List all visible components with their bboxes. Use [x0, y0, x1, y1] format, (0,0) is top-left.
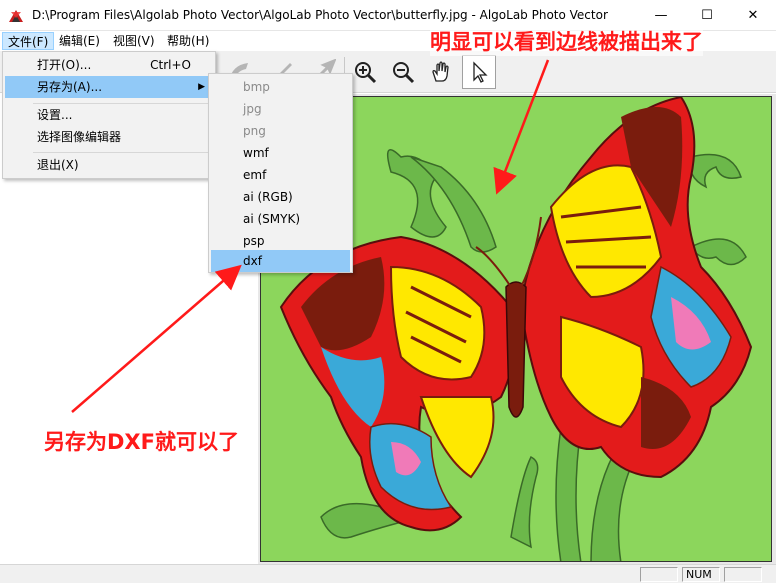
- menu-select-image-editor[interactable]: 选择图像编辑器: [5, 126, 213, 148]
- menu-open-shortcut: Ctrl+O: [150, 58, 191, 72]
- menu-open[interactable]: 打开(O)... Ctrl+O: [5, 54, 213, 76]
- annotation-bottom: 另存为DXF就可以了: [44, 430, 239, 454]
- close-button[interactable]: ✕: [730, 0, 776, 30]
- menu-save-as-label: 另存为(A)...: [37, 80, 103, 94]
- menu-settings[interactable]: 设置...: [5, 104, 213, 126]
- save-as-jpg: jpg: [243, 102, 262, 116]
- save-as-wmf[interactable]: wmf: [211, 142, 350, 164]
- menu-exit[interactable]: 退出(X): [5, 154, 213, 176]
- menu-edit[interactable]: 编辑(E): [54, 32, 105, 50]
- status-bar: NUM: [0, 564, 776, 583]
- zoom-in-icon[interactable]: [348, 55, 382, 89]
- menu-view[interactable]: 视图(V): [108, 32, 160, 50]
- menu-settings-label: 设置...: [37, 108, 73, 122]
- menu-separator-2: [33, 152, 213, 153]
- pointer-icon[interactable]: [462, 55, 496, 89]
- submenu-arrow-icon: ▶: [198, 82, 205, 92]
- menu-select-image-editor-label: 选择图像编辑器: [37, 130, 122, 144]
- status-cell-empty: [640, 567, 678, 582]
- app-icon: [9, 10, 23, 22]
- menu-file[interactable]: 文件(F): [2, 32, 55, 50]
- save-as-ai-smyk[interactable]: ai (SMYK): [211, 208, 350, 230]
- status-num: NUM: [682, 567, 720, 582]
- hand-icon[interactable]: [424, 55, 458, 89]
- annotation-top: 明显可以看到边线被描出来了: [430, 26, 703, 56]
- file-menu: 打开(O)... Ctrl+O 另存为(A)... ▶ 设置... 选择图像编辑…: [2, 51, 216, 179]
- menu-help[interactable]: 帮助(H): [162, 32, 214, 50]
- save-as-ai-rgb[interactable]: ai (RGB): [211, 186, 350, 208]
- save-as-dxf[interactable]: dxf: [211, 250, 350, 272]
- save-as-bmp: bmp: [243, 80, 270, 94]
- window-title: D:\Program Files\Algolab Photo Vector\Al…: [32, 8, 608, 22]
- save-as-submenu: bmp jpg png wmf emf ai (RGB) ai (SMYK) p…: [208, 73, 353, 273]
- save-as-emf[interactable]: emf: [211, 164, 350, 186]
- status-cell-empty-2: [724, 567, 762, 582]
- menu-exit-label: 退出(X): [37, 158, 79, 172]
- menu-save-as[interactable]: 另存为(A)... ▶: [5, 76, 213, 98]
- save-as-psp[interactable]: psp: [211, 230, 350, 252]
- menu-open-label: 打开(O)...: [37, 58, 92, 72]
- save-as-png: png: [243, 124, 266, 138]
- zoom-out-icon[interactable]: [386, 55, 420, 89]
